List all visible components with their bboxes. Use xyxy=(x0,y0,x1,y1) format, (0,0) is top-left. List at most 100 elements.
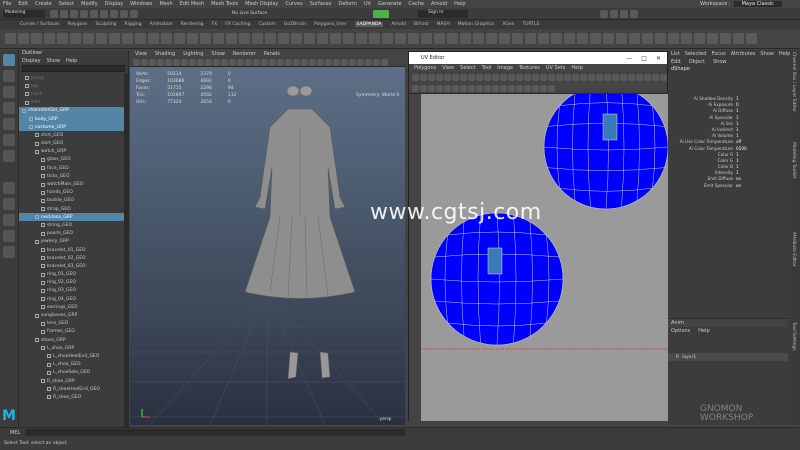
uv-menu-select[interactable]: Select xyxy=(460,65,475,71)
shelf-tool-icon[interactable] xyxy=(590,33,601,44)
outliner-item[interactable]: R_shoe_GRP xyxy=(19,377,127,385)
layer-menu-help[interactable]: Help xyxy=(698,328,709,334)
outliner-item[interactable]: bracelet_02_GEO xyxy=(19,254,127,262)
uv-tool-icon[interactable] xyxy=(516,73,523,81)
shelf-tab-polygons[interactable]: Polygons xyxy=(68,22,88,27)
layer-menu-options[interactable]: Options xyxy=(671,328,690,334)
uv-tool-icon[interactable] xyxy=(492,84,499,92)
uv-tool-icon[interactable] xyxy=(508,84,515,92)
outliner-scrollbar[interactable] xyxy=(124,74,128,428)
attr-tab-focus[interactable]: Focus xyxy=(711,51,725,57)
uv-tool-icon[interactable] xyxy=(460,84,467,92)
outliner-item[interactable]: necklace_GRP xyxy=(19,213,127,222)
outliner-item[interactable]: watchMain_GEO xyxy=(19,180,127,188)
persp-outliner-icon[interactable] xyxy=(3,230,15,242)
uv-selected-face[interactable] xyxy=(602,113,618,141)
uv-tool-icon[interactable] xyxy=(580,73,587,81)
uv-tool-icon[interactable] xyxy=(516,84,523,92)
open-scene-icon[interactable] xyxy=(60,10,68,18)
shelf-tool-icon[interactable] xyxy=(525,33,536,44)
menu-mesh-tools[interactable]: Mesh Tools xyxy=(211,1,238,7)
shelf-tool-icon[interactable] xyxy=(499,33,510,44)
layer-visibility-icon[interactable]: R xyxy=(676,355,679,360)
outliner-item[interactable]: frames_GEO xyxy=(19,328,127,336)
viewport-tool-icon[interactable] xyxy=(189,58,196,66)
uv-tool-icon[interactable] xyxy=(484,73,491,81)
uv-tool-icon[interactable] xyxy=(420,84,427,92)
shelf-tool-icon[interactable] xyxy=(746,33,757,44)
workspace-dropdown[interactable]: Maya Classic xyxy=(733,1,782,7)
menu-deform[interactable]: Deform xyxy=(338,1,357,7)
uv-tool-icon[interactable] xyxy=(508,73,515,81)
outliner-item[interactable]: hands_GEO xyxy=(19,189,127,197)
outliner-item[interactable]: face_GEO xyxy=(19,164,127,172)
viewport-tool-icon[interactable] xyxy=(277,58,284,66)
shelf-tool-icon[interactable] xyxy=(655,33,666,44)
outliner-item[interactable]: sunglasses_GRP xyxy=(19,311,127,319)
vertical-tab[interactable]: Modeling Toolkit xyxy=(790,140,797,230)
shelf-tool-icon[interactable] xyxy=(629,33,640,44)
outliner-item[interactable]: ring_03_GEO xyxy=(19,287,127,295)
viewport-tool-icon[interactable] xyxy=(365,58,372,66)
command-input[interactable] xyxy=(25,429,405,436)
viewport-menu-panels[interactable]: Panels xyxy=(264,51,280,57)
shelf-tab-rendering[interactable]: Rendering xyxy=(181,22,204,27)
viewport-menu-renderer[interactable]: Renderer xyxy=(233,51,256,57)
uv-tool-icon[interactable] xyxy=(556,73,563,81)
outliner-item[interactable]: earrings_GEO xyxy=(19,303,127,311)
outliner-item[interactable]: skirt_GEO xyxy=(19,140,127,148)
shelf-tool-icon[interactable] xyxy=(161,33,172,44)
shelf-tool-icon[interactable] xyxy=(473,33,484,44)
shelf-tool-icon[interactable] xyxy=(577,33,588,44)
shelf-tool-icon[interactable] xyxy=(83,33,94,44)
menu-display[interactable]: Display xyxy=(105,1,123,7)
shelf-tool-icon[interactable] xyxy=(603,33,614,44)
shelf-tool-icon[interactable] xyxy=(213,33,224,44)
outliner-menu-display[interactable]: Display xyxy=(22,58,40,64)
outliner-item[interactable]: ring_01_GEO xyxy=(19,271,127,279)
attr-tab-attributes[interactable]: Attributes xyxy=(731,51,756,57)
outliner-item[interactable]: lens_GEO xyxy=(19,320,127,328)
uv-tool-icon[interactable] xyxy=(476,84,483,92)
shelf-tool-icon[interactable] xyxy=(18,33,29,44)
workspace-selector[interactable]: Workspace : Maya Classic xyxy=(700,0,782,8)
shelf-tool-icon[interactable] xyxy=(291,33,302,44)
outliner-item[interactable]: characterGirl_GRP xyxy=(19,106,127,115)
persp-graph-icon[interactable] xyxy=(3,246,15,258)
outliner-item[interactable]: R_shoe_GEO xyxy=(19,393,127,401)
shelf-tool-icon[interactable] xyxy=(31,33,42,44)
uv-tool-icon[interactable] xyxy=(492,73,499,81)
uv-menu-uv-sets[interactable]: UV Sets xyxy=(546,65,566,71)
uv-tool-icon[interactable] xyxy=(540,84,547,92)
uv-tool-icon[interactable] xyxy=(412,84,419,92)
viewport-tool-icon[interactable] xyxy=(349,58,356,66)
shelf-tool-icon[interactable] xyxy=(538,33,549,44)
menu-uv[interactable]: UV xyxy=(364,1,371,7)
viewport-menu-show[interactable]: Show xyxy=(211,51,225,57)
viewport-tool-icon[interactable] xyxy=(141,58,148,66)
uv-tool-icon[interactable] xyxy=(548,84,555,92)
shelf-tab-xgen[interactable]: XGen xyxy=(502,22,514,27)
new-scene-icon[interactable] xyxy=(50,10,58,18)
shelf-tool-icon[interactable] xyxy=(187,33,198,44)
shelf-tool-icon[interactable] xyxy=(486,33,497,44)
outliner-item[interactable]: L_shoeHeelEnd_GEO xyxy=(19,352,127,360)
shelf-tool-icon[interactable] xyxy=(382,33,393,44)
outliner-item[interactable]: bracelet_03_GEO xyxy=(19,262,127,270)
outliner-item[interactable]: glass_GEO xyxy=(19,156,127,164)
uv-tool-icon[interactable] xyxy=(660,73,667,81)
menu-mesh[interactable]: Mesh xyxy=(159,1,172,7)
shelf-tool-icon[interactable] xyxy=(148,33,159,44)
snap-curve-icon[interactable] xyxy=(120,10,128,18)
uv-tool-icon[interactable] xyxy=(468,84,475,92)
uv-tool-icon[interactable] xyxy=(524,73,531,81)
shelf-tool-icon[interactable] xyxy=(460,33,471,44)
close-icon[interactable]: ✕ xyxy=(656,55,661,62)
viewport-tool-icon[interactable] xyxy=(197,58,204,66)
outliner-item[interactable]: body_GRP xyxy=(19,114,127,124)
shelf-tool-icon[interactable] xyxy=(317,33,328,44)
layer-tab-anim[interactable]: Anim xyxy=(671,320,684,326)
outliner-item[interactable]: pearls_GEO xyxy=(19,230,127,238)
channel-menu-show[interactable]: Show xyxy=(713,59,727,65)
uv-tool-icon[interactable] xyxy=(412,73,419,81)
